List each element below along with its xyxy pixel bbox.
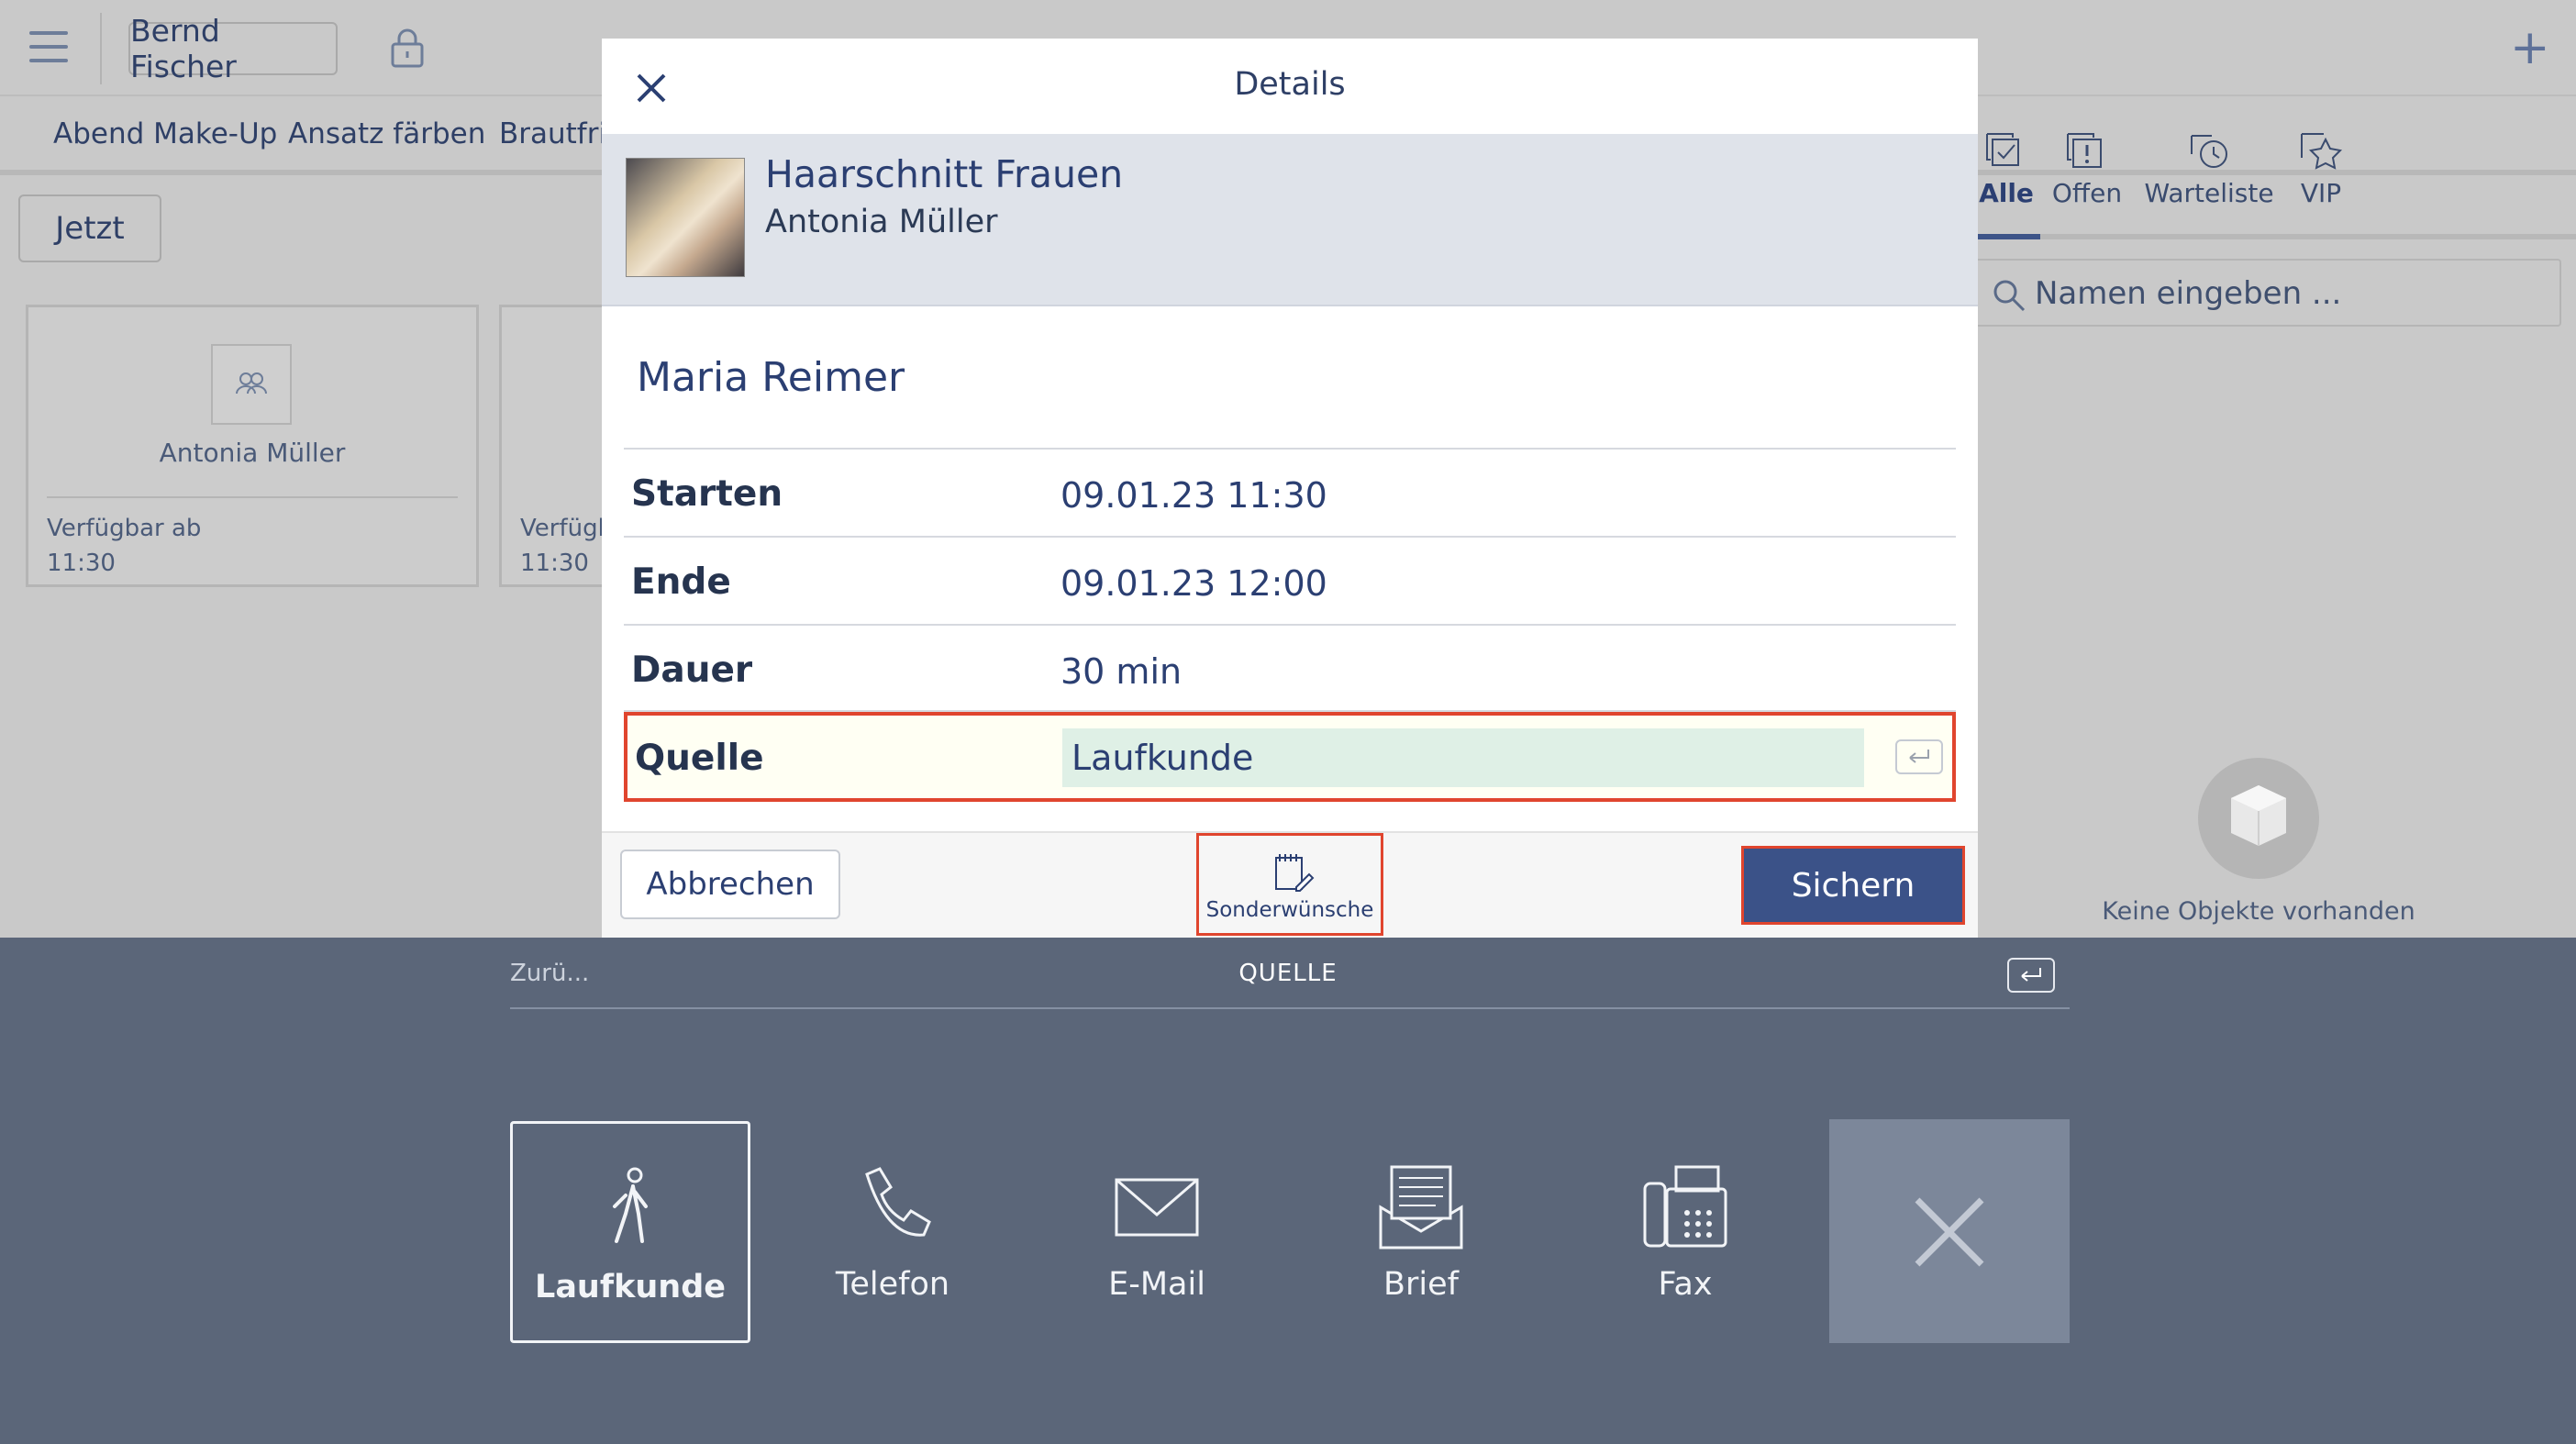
availability-time: 11:30 [47, 550, 116, 577]
filter-label: Offen [2051, 178, 2123, 208]
fax-icon [1643, 1165, 1727, 1248]
option-fax[interactable]: Fax [1565, 1121, 1805, 1343]
filter-tab-offen[interactable]: Offen [2046, 127, 2128, 208]
save-button[interactable]: Sichern [1741, 846, 1965, 925]
back-button[interactable]: Zurü... [510, 960, 589, 987]
availability-label: Verfügbar ab [47, 515, 202, 542]
source-picker-panel [0, 938, 2576, 1444]
row-start[interactable]: Starten 09.01.23 11:30 [624, 448, 1956, 536]
option-label: Laufkunde [535, 1269, 726, 1305]
divider [510, 1007, 2070, 1009]
source-value: Laufkunde [1071, 738, 1254, 778]
divider [47, 496, 458, 498]
walking-person-icon [613, 1167, 648, 1243]
search-placeholder: Namen eingeben ... [2035, 275, 2342, 312]
row-value: 09.01.23 11:30 [1060, 475, 1327, 516]
option-label: Brief [1383, 1266, 1459, 1303]
empty-state-text: Keine Objekte vorhanden [2102, 897, 2415, 926]
envelope-icon [1115, 1178, 1199, 1237]
details-dialog: Details Haarschnitt Frauen Antonia Mülle… [602, 39, 1978, 939]
lock-icon[interactable] [389, 28, 426, 68]
category-brautfrisur[interactable]: Brautfris [499, 117, 602, 150]
staff-card[interactable]: Verfügb 11:30 [499, 305, 613, 587]
category-ansatz-faerben[interactable]: Ansatz färben [288, 117, 485, 150]
add-icon[interactable]: + [2510, 24, 2550, 72]
category-abend-make-up[interactable]: Abend Make-Up [53, 117, 277, 150]
row-duration[interactable]: Dauer 30 min [624, 624, 1956, 712]
row-value: 09.01.23 12:00 [1060, 563, 1327, 604]
option-label: Telefon [835, 1266, 950, 1303]
letter-icon [1379, 1165, 1463, 1250]
service-name: Haarschnitt Frauen [765, 152, 1124, 196]
staff-card[interactable]: Antonia Müller Verfügbar ab 11:30 [26, 305, 479, 587]
waitlist-clock-icon [2191, 135, 2227, 168]
option-walk-in[interactable]: Laufkunde [510, 1121, 750, 1343]
divider [100, 13, 102, 84]
option-label: Fax [1658, 1266, 1713, 1303]
source-input[interactable]: Laufkunde [1062, 728, 1864, 787]
group-icon [211, 344, 292, 425]
availability: Verfügbar ab 11:30 [47, 511, 201, 581]
filter-underline [1972, 234, 2576, 239]
now-button[interactable]: Jetzt [18, 194, 161, 262]
filter-active-indicator [1972, 234, 2040, 239]
dialog-title: Details [1234, 66, 1346, 103]
panel-title: QUELLE [1238, 960, 1338, 987]
filter-label: Warteliste [2144, 178, 2274, 208]
search-icon [1993, 280, 2026, 312]
close-icon [1915, 1197, 1984, 1267]
row-label: Dauer [631, 650, 753, 691]
filter-label: VIP [2300, 178, 2342, 208]
cancel-button[interactable]: Abbrechen [620, 850, 840, 919]
option-phone[interactable]: Telefon [772, 1121, 1013, 1343]
clear-button[interactable] [1829, 1119, 2070, 1343]
row-label: Ende [631, 561, 731, 603]
option-email[interactable]: E-Mail [1037, 1121, 1277, 1343]
staff-name: Antonia Müller [159, 438, 346, 468]
filter-label: Alle [1979, 178, 2034, 208]
availability: Verfügb 11:30 [520, 511, 613, 581]
filter-tab-vip[interactable]: VIP [2290, 127, 2352, 208]
open-alert-icon [2067, 133, 2102, 168]
empty-box-icon [2198, 758, 2319, 879]
search-input[interactable]: Namen eingeben ... [1974, 259, 2561, 327]
special-wishes-label: Sonderwünsche [1205, 898, 1374, 922]
row-value: 30 min [1060, 651, 1183, 692]
menu-icon[interactable] [29, 31, 68, 62]
row-label: Starten [631, 473, 783, 515]
option-letter[interactable]: Brief [1301, 1121, 1541, 1343]
row-label: Quelle [635, 738, 764, 779]
vip-star-icon [2301, 133, 2343, 170]
return-icon[interactable] [1895, 739, 1943, 774]
client-photo [626, 158, 745, 277]
client-name: Antonia Müller [765, 204, 998, 240]
all-check-icon [1986, 133, 2019, 166]
filter-tab-warteliste[interactable]: Warteliste [2141, 127, 2277, 208]
return-icon[interactable] [2007, 958, 2055, 993]
option-label: E-Mail [1108, 1266, 1205, 1303]
availability-time: 11:30 [520, 550, 589, 577]
row-source[interactable]: Quelle Laufkunde [624, 712, 1956, 802]
filter-tab-alle[interactable]: Alle [1972, 127, 2040, 208]
special-wishes-button[interactable]: Sonderwünsche [1196, 833, 1383, 936]
user-button[interactable]: Bernd Fischer [128, 13, 338, 84]
stylist-name[interactable]: Maria Reimer [637, 354, 905, 401]
availability-label: Verfügb [520, 515, 614, 542]
row-end[interactable]: Ende 09.01.23 12:00 [624, 536, 1956, 624]
notepad-edit-icon [1275, 854, 1315, 892]
phone-icon [865, 1167, 931, 1237]
